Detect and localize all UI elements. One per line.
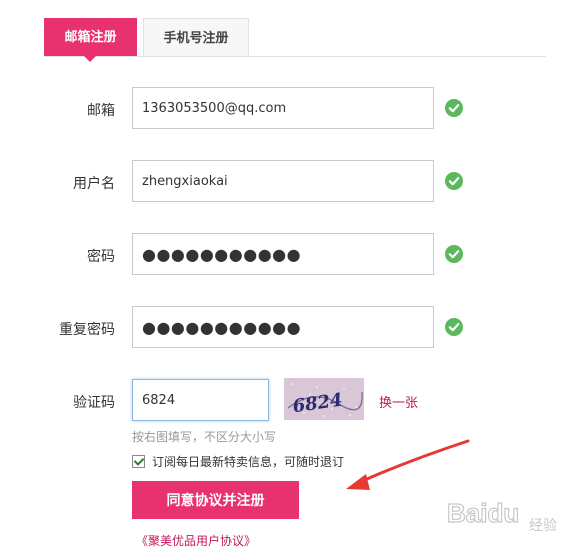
baidu-watermark-logo: Baidu 经验 — [447, 497, 557, 534]
username-field[interactable] — [132, 160, 434, 202]
user-agreement-link[interactable]: 《聚美优品用户协议》 — [136, 532, 256, 549]
password-valid-check-icon — [445, 245, 463, 263]
email-valid-check-icon — [445, 99, 463, 117]
subscribe-row[interactable]: 订阅每日最新特卖信息，可随时退订 — [132, 452, 344, 470]
captcha-label: 验证码 — [73, 394, 115, 410]
red-arrow-icon — [346, 439, 470, 490]
confirm-password-label: 重复密码 — [59, 321, 115, 337]
captcha-refresh-link[interactable]: 换一张 — [379, 392, 418, 411]
captcha-field[interactable] — [132, 379, 269, 421]
tab-phone-register[interactable]: 手机号注册 — [143, 18, 249, 56]
confirm-password-field[interactable] — [132, 306, 434, 348]
watermark-brand: Baidu — [447, 498, 519, 528]
agree-register-button[interactable]: 同意协议并注册 — [132, 481, 299, 519]
subscribe-checkbox[interactable] — [132, 454, 145, 468]
password-label: 密码 — [87, 248, 115, 264]
tab-email-register[interactable]: 邮箱注册 — [44, 18, 137, 56]
register-tabs: 邮箱注册 手机号注册 — [44, 18, 546, 62]
subscribe-label: 订阅每日最新特卖信息，可随时退订 — [152, 454, 345, 469]
confirm-password-valid-check-icon — [445, 318, 463, 336]
password-field[interactable] — [132, 233, 434, 275]
captcha-image[interactable]: 6824 — [284, 378, 364, 420]
username-label: 用户名 — [73, 175, 115, 191]
watermark-sub: 经验 — [529, 518, 557, 534]
tab-divider — [44, 56, 546, 57]
captcha-hint: 按右图填写，不区分大小写 — [132, 430, 277, 444]
username-valid-check-icon — [445, 172, 463, 190]
email-label: 邮箱 — [87, 102, 115, 118]
active-tab-pointer — [84, 56, 96, 62]
email-field[interactable] — [132, 87, 434, 129]
